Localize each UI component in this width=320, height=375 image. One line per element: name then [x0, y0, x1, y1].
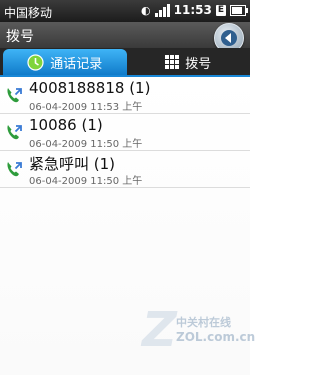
watermark-url: ZOL.com.cn [176, 330, 256, 344]
outgoing-call-icon [7, 162, 22, 177]
call-number: 10086 (1) [29, 116, 103, 134]
status-bar: 中国移动 ◐ 11:53 E [0, 0, 250, 22]
signal-strength-icon [154, 3, 170, 17]
call-number: 紧急呼叫 (1) [29, 155, 116, 173]
tab-dialpad[interactable]: 拨号 [127, 48, 251, 76]
outgoing-call-icon [7, 125, 22, 140]
call-timestamp: 06-04-2009 11:50 上午 [29, 139, 143, 150]
dialpad-grid-icon [165, 55, 180, 69]
sync-icon: ◐ [141, 3, 151, 17]
list-item[interactable]: 紧急呼叫 (1) 06-04-2009 11:50 上午 [0, 151, 250, 188]
page-title: 拨号 [6, 29, 34, 45]
battery-icon [230, 4, 248, 16]
clock: 11:53 [173, 3, 212, 17]
outgoing-call-icon [7, 88, 22, 103]
call-timestamp: 06-04-2009 11:50 上午 [29, 176, 143, 187]
tab-call-log-label: 通话记录 [50, 57, 103, 72]
tab-dialpad-label: 拨号 [185, 56, 212, 72]
call-number: 4008188818 (1) [29, 79, 151, 97]
tab-bar: 通话记录 拨号 [0, 48, 250, 76]
list-item[interactable]: 4008188818 (1) 06-04-2009 11:53 上午 [0, 77, 250, 114]
watermark: Z 中关村在线 ZOL.com.cn [142, 298, 255, 362]
network-type-badge: E [215, 4, 226, 16]
list-item[interactable]: 10086 (1) 06-04-2009 11:50 上午 [0, 114, 250, 151]
back-arrow-icon [221, 30, 237, 46]
watermark-brand: 中关村在线 [176, 316, 231, 329]
status-indicators: ◐ 11:53 E [141, 3, 248, 17]
title-bar: 拨号 [0, 22, 250, 53]
carrier-name: 中国移动 [4, 6, 53, 20]
watermark-logo: Z [142, 302, 177, 358]
call-timestamp: 06-04-2009 11:53 上午 [29, 102, 143, 113]
call-log-icon [27, 54, 44, 71]
tab-call-log[interactable]: 通话记录 [3, 49, 127, 76]
